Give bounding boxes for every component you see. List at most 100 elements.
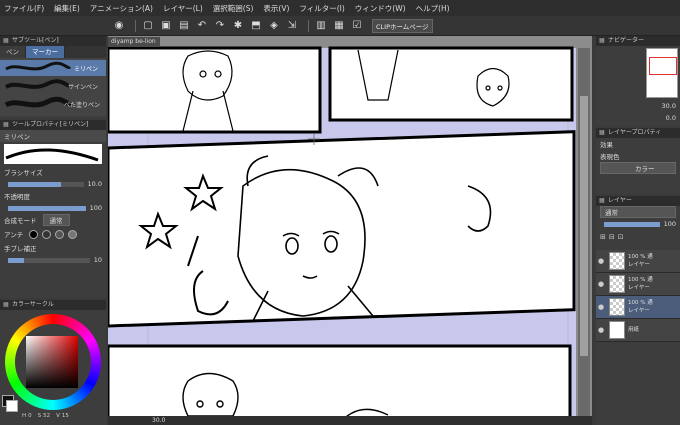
layer-blend-row: 通常 — [596, 206, 680, 218]
redo-icon[interactable]: ↷ — [213, 19, 227, 33]
toolbar-divider — [135, 19, 136, 32]
navigator-preview[interactable] — [646, 48, 678, 98]
new-file-icon[interactable]: ▢ — [141, 19, 155, 33]
brush-item-signpen[interactable]: サインペン — [0, 78, 106, 94]
brush-item-millipen[interactable]: ミリペン — [0, 60, 106, 76]
check-icon[interactable]: ☑ — [350, 19, 364, 33]
hsv-readout: H 0 S 52 V 15 — [22, 413, 69, 419]
layer-clip-icon[interactable]: ⊟ — [609, 233, 615, 241]
brush-stroke-preview — [4, 79, 72, 89]
grid-icon[interactable]: ▦ — [332, 19, 346, 33]
scrollbar-thumb — [580, 96, 588, 356]
brush-size-slider[interactable] — [8, 181, 84, 187]
layer-opacity-slider[interactable] — [604, 221, 660, 227]
menu-help[interactable]: ヘルプ(H) — [416, 3, 450, 14]
color-circle-title: カラーサークル — [0, 300, 106, 310]
menu-window[interactable]: ウィンドウ(W) — [355, 3, 406, 14]
visibility-eye-icon[interactable]: ● — [596, 326, 606, 334]
eye-icon[interactable]: ◉ — [112, 19, 126, 33]
navigator-zoom-value[interactable]: 30.0 — [662, 102, 676, 110]
canvas-status-bar: 30.0 — [108, 416, 592, 425]
navigator-angle-value[interactable]: 0.0 — [666, 114, 676, 122]
layer-item-paper[interactable]: ● 用紙 — [596, 319, 680, 342]
visibility-eye-icon[interactable]: ● — [596, 257, 606, 265]
stabilization-slider[interactable] — [8, 257, 90, 263]
layer-item[interactable]: ● 100 % 通 レイヤー — [596, 250, 680, 273]
menu-edit[interactable]: 編集(E) — [54, 3, 80, 14]
subtool-panel-title: サブツール[ペン] — [0, 36, 106, 46]
brush-list: ミリペン サインペン べた塗りペン — [0, 58, 106, 116]
color-mode-select[interactable]: カラー — [600, 162, 676, 174]
undo-icon[interactable]: ↶ — [195, 19, 209, 33]
color-circle-panel: カラーサークル H 0 S 52 V 15 — [0, 300, 106, 425]
menu-animation[interactable]: アニメーション(A) — [90, 3, 153, 14]
expression-color-row: 表現色 — [596, 150, 680, 162]
tab-pen[interactable]: ペン — [0, 46, 26, 58]
blend-mode-select[interactable]: 通常 — [42, 214, 70, 226]
transform-icon[interactable]: ⇲ — [285, 19, 299, 33]
brush-size-value: 10.0 — [87, 180, 102, 188]
menu-selection[interactable]: 選択範囲(S) — [213, 3, 254, 14]
saturation-value-square[interactable] — [26, 336, 78, 388]
layer-item[interactable]: ● 100 % 通 レイヤー — [596, 273, 680, 296]
layer-lock-icon[interactable]: ⊞ — [600, 233, 606, 241]
layer-opacity-row: 100 — [596, 218, 680, 230]
opacity-slider[interactable] — [8, 205, 86, 211]
save-icon[interactable]: ▤ — [177, 19, 191, 33]
layer-info: 100 % 通 レイヤー — [628, 253, 653, 269]
saturation-label: S — [37, 413, 42, 419]
settings-icon[interactable]: ✱ — [231, 19, 245, 33]
layer-thumbnail — [609, 321, 625, 339]
layer-name: 用紙 — [628, 327, 640, 333]
stroke-preview-curve — [5, 148, 99, 162]
antialias-strong-icon[interactable] — [68, 229, 78, 239]
clip-home-button[interactable]: CLIPホームページ — [372, 18, 433, 33]
stroke-preview — [4, 144, 102, 164]
layer-ref-icon[interactable]: ⊡ — [618, 233, 624, 241]
antialias-mid-icon[interactable] — [55, 229, 65, 239]
panel-top-left — [108, 46, 322, 134]
document-tab[interactable]: diyamp be-lion — [108, 37, 160, 47]
snap-icon[interactable]: ⬒ — [249, 19, 263, 33]
ruler-icon[interactable]: ▥ — [314, 19, 328, 33]
panel-top-right — [328, 46, 574, 122]
layer-opacity-text: 100 % 通 — [628, 254, 653, 260]
opacity-slider-row: 100 — [0, 202, 106, 214]
effect-label: 効果 — [600, 141, 613, 149]
brush-label: ミリペン — [73, 66, 98, 73]
blend-mode-label: 合成モード — [4, 217, 37, 225]
layer-name: レイヤー — [628, 285, 650, 291]
brush-size-row: ブラシサイズ — [0, 166, 106, 178]
menu-layer[interactable]: レイヤー(L) — [163, 3, 203, 14]
layer-list: ● 100 % 通 レイヤー ● 100 % 通 レイヤー ● 100 % 通 … — [596, 250, 680, 342]
visibility-eye-icon[interactable]: ● — [596, 280, 606, 288]
navigator-title: ナビゲーター — [596, 36, 680, 46]
layer-opacity-value: 100 — [663, 220, 676, 228]
brush-size-slider-row: 10.0 — [0, 178, 106, 190]
layer-info: 用紙 — [628, 326, 639, 334]
layer-blend-select[interactable]: 通常 — [600, 206, 676, 218]
layer-property-panel: レイヤープロパティ 効果 表現色 カラー — [596, 128, 680, 194]
navigator-angle-row: 0.0 — [596, 112, 680, 124]
open-file-icon[interactable]: ▣ — [159, 19, 173, 33]
menu-file[interactable]: ファイル(F) — [4, 3, 44, 14]
fill-icon[interactable]: ◈ — [267, 19, 281, 33]
antialias-weak-icon[interactable] — [42, 229, 52, 239]
tab-marker[interactable]: マーカー — [26, 46, 65, 58]
visibility-eye-icon[interactable]: ● — [596, 303, 606, 311]
antialias-none-icon[interactable] — [29, 229, 39, 239]
brush-stroke-preview — [4, 96, 72, 108]
menu-filter[interactable]: フィルター(I) — [299, 3, 344, 14]
tool-property-panel: ツールプロパティ[ミリペン] ミリペン ブラシサイズ 10.0 不透明度 100… — [0, 120, 106, 298]
layer-thumbnail — [609, 275, 625, 293]
zoom-value[interactable]: 30.0 — [152, 417, 165, 424]
layer-name: レイヤー — [628, 262, 650, 268]
manga-page — [108, 46, 590, 425]
layer-item-selected[interactable]: ● 100 % 通 レイヤー — [596, 296, 680, 319]
navigator-viewport[interactable] — [649, 57, 677, 75]
layer-thumbnail — [609, 298, 625, 316]
brush-item-fillpen[interactable]: べた塗りペン — [0, 96, 106, 112]
sub-color-swatch[interactable] — [6, 400, 18, 412]
menu-view[interactable]: 表示(V) — [263, 3, 289, 14]
canvas-area[interactable] — [108, 36, 592, 425]
